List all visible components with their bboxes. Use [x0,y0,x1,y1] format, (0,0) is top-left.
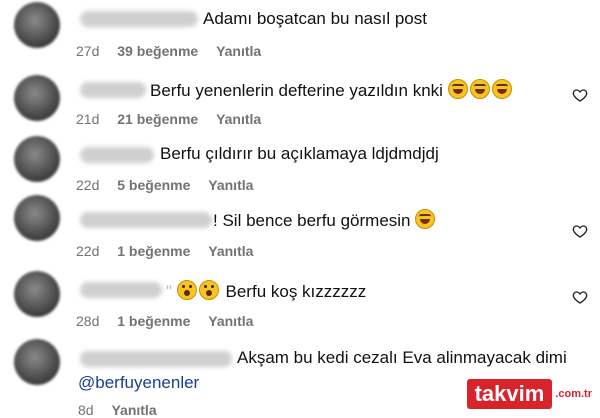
laugh-emoji [447,79,468,99]
avatar[interactable] [14,271,60,317]
comment-text: Berfu çıldırır bu açıklamaya ldjdmdjdj [160,144,439,163]
comment-meta: 28d 1 beğenme Yanıtla [76,313,267,329]
surprised-emoji [198,280,219,300]
reply-button[interactable]: Yanıtla [208,243,253,259]
like-count[interactable]: 1 beğenme [117,243,190,259]
comment-text-body: Sil bence berfu görmesin [222,211,411,230]
avatar[interactable] [14,136,60,182]
reply-button[interactable]: Yanıtla [208,177,253,193]
comment-time: 27d [76,43,100,59]
avatar[interactable] [14,2,60,48]
comment-meta: 21d 21 beğenme Yanıtla [76,111,275,127]
like-count[interactable]: 21 beğenme [117,111,198,127]
comment-meta: 22d 5 beğenme Yanıtla [76,177,267,193]
username-blurred[interactable] [80,147,154,163]
avatar[interactable] [14,75,60,121]
laugh-emoji [491,79,512,99]
reply-button[interactable]: Yanıtla [111,402,156,418]
watermark-suffix: .com.tr [555,388,592,400]
comment-text: Adamı boşatcan bu nasıl post [203,9,427,28]
comment-text: Akşam bu kedi cezalı Eva alinmayacak dim… [237,348,567,367]
laugh-emoji [469,79,490,99]
comment-time: 8d [78,402,94,418]
comment-text: Berfu yenenlerin defterine yazıldın knki [150,79,514,101]
like-count[interactable]: 39 beğenme [117,43,198,59]
avatar[interactable] [14,195,60,241]
comment-text-body: Berfu koş kızzzzzz [225,282,367,301]
comment-text-prefix: " [166,282,173,301]
comment-text: ! Sil bence berfu görmesin [213,209,437,231]
comment-text: " Berfu koş kızzzzzz [166,280,366,302]
reply-button[interactable]: Yanıtla [208,313,253,329]
comment-text-body: Berfu yenenlerin defterine yazıldın knki [150,81,443,100]
watermark-logo: takvim [466,379,553,409]
username-blurred[interactable] [80,11,198,27]
avatar[interactable] [14,339,60,385]
username-blurred[interactable] [80,82,146,98]
comment-meta: 22d 1 beğenme Yanıtla [76,243,267,259]
heart-outline-icon[interactable] [572,87,588,103]
comment-time: 21d [76,111,100,127]
like-count[interactable]: 5 beğenme [117,177,190,193]
username-blurred[interactable] [80,351,232,367]
comment-time: 22d [76,243,100,259]
reply-button[interactable]: Yanıtla [216,111,261,127]
heart-outline-icon[interactable] [572,223,588,239]
username-blurred[interactable] [80,282,162,298]
comment-meta: 27d 39 beğenme Yanıtla [76,43,275,59]
like-count[interactable]: 1 beğenme [117,313,190,329]
comment-text-prefix: ! [213,211,218,230]
surprised-emoji [176,280,197,300]
heart-outline-icon[interactable] [572,289,588,305]
takvim-watermark: takvim .com.tr [466,379,592,409]
comment-time: 28d [76,313,100,329]
username-blurred[interactable] [80,212,212,228]
reply-button[interactable]: Yanıtla [216,43,261,59]
comment-meta: 8d Yanıtla [78,402,171,418]
mention-link[interactable]: @berfuyenenler [78,373,199,393]
comment-time: 22d [76,177,100,193]
laugh-emoji [415,209,436,229]
